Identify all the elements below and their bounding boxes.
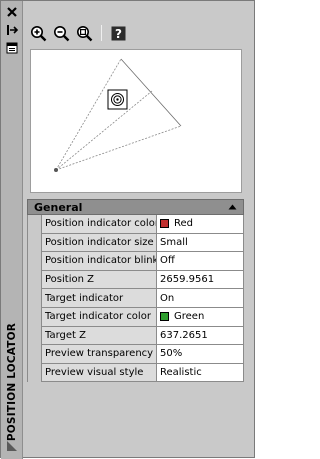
property-row[interactable]: Position Z 2659.9561 [28, 270, 244, 290]
zoom-out-icon[interactable] [51, 23, 71, 43]
property-value[interactable]: 637.2651 [157, 326, 244, 346]
svg-text:?: ? [115, 27, 122, 41]
property-value[interactable]: Off [157, 252, 244, 271]
green-color-swatch [160, 312, 169, 322]
collapse-triangle-icon[interactable] [228, 202, 237, 213]
palette-title-strip: POSITION LOCATOR [1, 1, 23, 459]
property-value[interactable]: Realistic [157, 363, 244, 383]
property-name: Preview visual style [41, 363, 157, 383]
palette-title: POSITION LOCATOR [6, 322, 19, 442]
property-row[interactable]: Target indicator On [28, 289, 244, 308]
property-value[interactable]: Green [157, 307, 244, 327]
toolbar-separator [101, 25, 102, 41]
property-row[interactable]: Target Z 637.2651 [28, 326, 244, 346]
property-name: Target Z [41, 326, 157, 346]
property-value[interactable]: Small [157, 233, 244, 253]
palette-content: ? General Position indicator color Red P… [24, 1, 254, 457]
red-color-swatch [160, 219, 169, 229]
corner-triangle-icon[interactable] [4, 439, 20, 453]
property-row[interactable]: Position indicator size Small [28, 233, 244, 253]
property-name: Target indicator [41, 289, 157, 308]
property-row[interactable]: Target indicator color Green [28, 307, 244, 327]
property-value[interactable]: 50% [157, 345, 244, 364]
general-section-header[interactable]: General [27, 199, 244, 215]
autohide-icon[interactable] [4, 23, 20, 37]
zoom-extents-icon[interactable] [74, 23, 94, 43]
properties-icon[interactable] [4, 41, 20, 55]
property-row[interactable]: Preview visual style Realistic [28, 363, 244, 383]
property-row[interactable]: Position indicator blink Off [28, 252, 244, 271]
property-value[interactable]: 2659.9561 [157, 270, 244, 290]
property-row[interactable]: Position indicator color Red [28, 215, 244, 234]
property-name: Position indicator blink [41, 252, 157, 271]
property-name: Position indicator color [41, 215, 157, 234]
properties-table: Position indicator color Red Position in… [27, 215, 244, 383]
preview-area[interactable] [30, 49, 242, 193]
close-icon[interactable] [4, 5, 20, 19]
zoom-in-icon[interactable] [28, 23, 48, 43]
position-locator-palette: POSITION LOCATOR ? General Position indi… [0, 0, 255, 459]
preview-toolbar: ? [28, 23, 131, 43]
general-section-label: General [34, 200, 83, 214]
property-name: Position indicator size [41, 233, 157, 253]
property-name: Preview transparency [41, 345, 157, 364]
properties-grid: General Position indicator color Red Pos… [27, 199, 244, 383]
preview-canvas [54, 58, 182, 172]
property-row[interactable]: Preview transparency 50% [28, 345, 244, 364]
property-value[interactable]: On [157, 289, 244, 308]
help-icon[interactable]: ? [108, 23, 128, 43]
property-name: Target indicator color [41, 307, 157, 327]
property-value[interactable]: Red [157, 215, 244, 234]
property-name: Position Z [41, 270, 157, 290]
